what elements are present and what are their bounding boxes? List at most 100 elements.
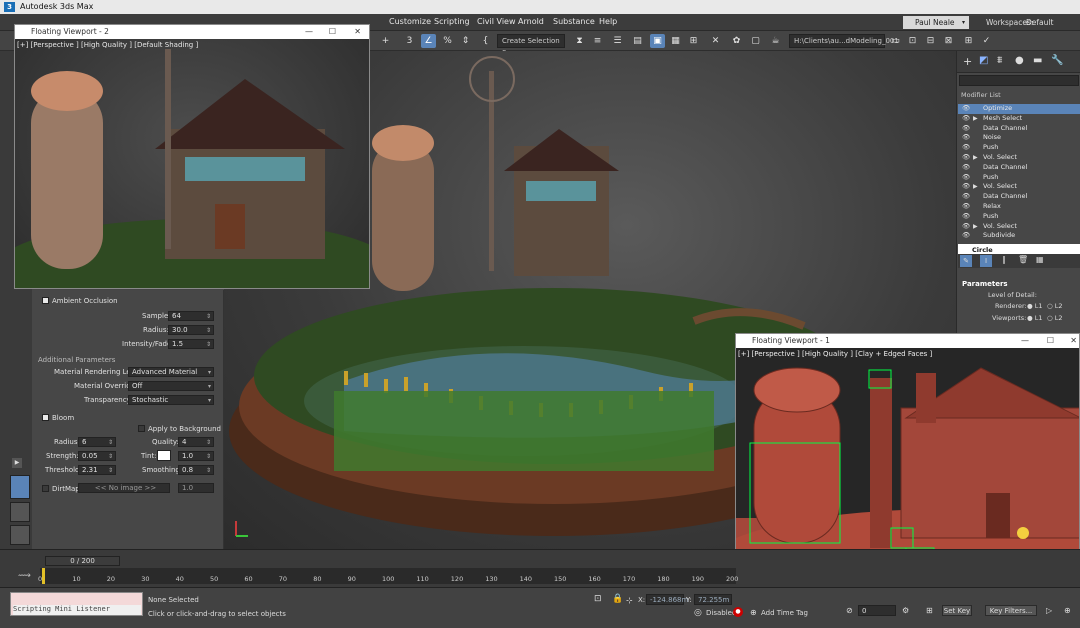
expand-arrow-icon[interactable]: ▶ — [973, 114, 978, 124]
x-coordinate-field[interactable]: -124.868m — [646, 594, 688, 605]
minimize-icon[interactable]: — — [305, 25, 313, 39]
mirror-icon[interactable]: ⧗ — [572, 34, 587, 48]
eye-icon[interactable]: 👁 — [962, 202, 970, 212]
apply-background-checkbox[interactable] — [138, 425, 145, 432]
eye-icon[interactable]: 👁 — [962, 143, 970, 153]
modifier-list-label[interactable]: Modifier List — [961, 91, 1001, 99]
toolbar-tool-3-icon[interactable]: ⊠ — [941, 34, 956, 48]
viewport-layout-3-icon[interactable] — [10, 525, 30, 545]
dirtmap-checkbox[interactable] — [42, 485, 49, 492]
angle-snap-icon[interactable]: ∠ — [421, 34, 436, 48]
minimize-icon[interactable]: — — [1021, 334, 1029, 348]
material-override-dropdown[interactable]: Off ▾ — [128, 381, 214, 391]
menu-arnold[interactable]: Arnold — [518, 17, 544, 26]
remove-modifier-icon[interactable]: 🗑 — [1018, 255, 1028, 264]
modifier-stack-item[interactable]: 👁 Optimize — [958, 104, 1080, 114]
set-key-button[interactable]: Set Key — [942, 605, 972, 616]
floating-viewport-2[interactable]: Floating Viewport - 2 — ☐ ✕ [+] [Perspec… — [14, 24, 370, 289]
eye-icon[interactable]: 👁 — [962, 182, 970, 192]
user-account-dropdown[interactable]: Paul Neale ▾ — [903, 16, 969, 29]
toolbar-tool-1-icon[interactable]: ⊡ — [905, 34, 920, 48]
eye-icon[interactable]: 👁 — [962, 124, 970, 134]
render-setup-icon[interactable]: ✿ — [729, 34, 744, 48]
motion-tab-icon[interactable]: ● — [1015, 55, 1024, 66]
hierarchy-tab-icon[interactable]: ⩩ — [997, 55, 1002, 66]
utilities-tab-icon[interactable]: 🔧 — [1051, 55, 1063, 66]
tint-color-swatch[interactable] — [157, 450, 171, 461]
render-production-icon[interactable]: ☕ — [768, 34, 783, 48]
modifier-stack-item[interactable]: 👁 ▶ Mesh Select — [958, 114, 1080, 124]
add-time-tag-button[interactable]: Add Time Tag — [761, 609, 808, 617]
layer-explorer-icon[interactable]: ▤ — [630, 34, 645, 48]
toolbar-tool-4-icon[interactable]: ⊞ — [961, 34, 976, 48]
dirtmap-spinner[interactable]: 1.0 — [178, 483, 214, 493]
eye-icon[interactable]: 👁 — [962, 222, 970, 232]
show-end-result-icon[interactable]: I — [980, 255, 992, 267]
modifier-stack-item[interactable]: 👁 Push — [958, 143, 1080, 153]
viewport-label-1[interactable]: [+] [Perspective ] [High Quality ] [Clay… — [738, 350, 932, 358]
eye-icon[interactable]: 👁 — [962, 104, 970, 114]
key-filter-icon[interactable]: ⚙ — [902, 606, 909, 615]
maximize-icon[interactable]: ☐ — [329, 25, 336, 39]
maximize-icon[interactable]: ☐ — [1047, 334, 1054, 348]
project-folder-icon[interactable]: ▭ — [888, 34, 903, 48]
bloom-checkbox[interactable] — [42, 414, 49, 421]
menu-help[interactable]: Help — [599, 17, 617, 26]
eye-icon[interactable]: 👁 — [962, 212, 970, 222]
named-selection-icon[interactable]: { — [478, 34, 493, 48]
pin-stack-icon[interactable]: ✎ — [960, 255, 972, 267]
ribbon-toggle-icon[interactable]: ▣ — [650, 34, 665, 48]
strength-spinner[interactable]: 0.05 ⇕ — [78, 451, 116, 461]
threshold-spinner[interactable]: 2.31 ⇕ — [78, 465, 116, 475]
viewports-l1-radio[interactable]: ● L1 — [1027, 314, 1043, 322]
modifier-stack-item[interactable]: 👁 Push — [958, 173, 1080, 183]
adaptive-degradation-icon[interactable]: ◎ — [694, 608, 702, 618]
base-object-label[interactable]: Circle — [972, 246, 993, 254]
spinner-snap-icon[interactable]: ⇕ — [458, 34, 473, 48]
quality-spinner[interactable]: 4 ⇕ — [178, 437, 214, 447]
modifier-stack-item[interactable]: 👁 Subdivide — [958, 231, 1080, 241]
menu-substance[interactable]: Substance — [553, 17, 595, 26]
eye-icon[interactable]: 👁 — [962, 231, 970, 241]
display-tab-icon[interactable]: ▬ — [1033, 55, 1042, 66]
floating-viewport-1-titlebar[interactable]: Floating Viewport - 1 — ☐ ✕ — [736, 334, 1079, 348]
eye-icon[interactable]: 👁 — [962, 153, 970, 163]
dirtmap-image-button[interactable]: << No image >> — [78, 483, 170, 493]
menu-civil-view[interactable]: Civil View — [477, 17, 516, 26]
modifier-stack-item[interactable]: 👁 ▶ Vol. Select — [958, 182, 1080, 192]
eye-icon[interactable]: 👁 — [962, 173, 970, 183]
tint-spinner[interactable]: 1.0 ⇕ — [178, 451, 214, 461]
close-icon[interactable]: ✕ — [354, 25, 361, 39]
viewport-layout-2-icon[interactable] — [10, 502, 30, 522]
expand-arrow-icon[interactable]: ▶ — [973, 182, 978, 192]
viewport-nav-icon[interactable]: ⊕ — [1064, 606, 1071, 615]
modifier-stack-item[interactable]: 👁 Data Channel — [958, 192, 1080, 202]
radius-spinner[interactable]: 30.0 ⇕ — [168, 325, 214, 335]
floating-viewport-2-canvas[interactable]: [+] [Perspective ] [High Quality ] [Defa… — [15, 39, 369, 288]
modifier-stack-item[interactable]: 👁 Relax — [958, 202, 1080, 212]
material-editor-icon[interactable]: ✕ — [708, 34, 723, 48]
schematic-view-icon[interactable]: ⊞ — [686, 34, 701, 48]
transparency-dropdown[interactable]: Stochastic ▾ — [128, 395, 214, 405]
disabled-indicator-icon[interactable]: ● — [733, 607, 743, 617]
key-filters-button[interactable]: Key Filters... — [985, 605, 1037, 616]
menu-customize[interactable]: Customize — [389, 17, 431, 26]
eye-icon[interactable]: 👁 — [962, 133, 970, 143]
modify-tab-icon[interactable]: ◩ — [979, 55, 988, 66]
play-icon[interactable]: ▶ — [12, 458, 22, 468]
viewport-label-2[interactable]: [+] [Perspective ] [High Quality ] [Defa… — [17, 41, 198, 49]
expand-arrow-icon[interactable]: ▶ — [973, 153, 978, 163]
isolate-selection-icon[interactable]: ⊡ — [594, 594, 602, 604]
maxscript-listener-label[interactable]: Scripting Mini Listener — [13, 605, 141, 615]
viewports-l2-radio[interactable]: ○ L2 — [1047, 314, 1063, 322]
modifier-stack-item[interactable]: 👁 Data Channel — [958, 163, 1080, 173]
toolbar-tool-2-icon[interactable]: ⊟ — [923, 34, 938, 48]
close-icon[interactable]: ✕ — [1070, 334, 1077, 348]
y-coordinate-field[interactable]: 72.255m — [694, 594, 732, 605]
selection-set-dropdown[interactable]: Create Selection Se — [497, 34, 565, 57]
eye-icon[interactable]: 👁 — [962, 163, 970, 173]
floating-viewport-2-titlebar[interactable]: Floating Viewport - 2 — ☐ ✕ — [15, 25, 369, 39]
modifier-stack-item[interactable]: 👁 Noise — [958, 133, 1080, 143]
align-icon[interactable]: ≡ — [590, 34, 605, 48]
eye-icon[interactable]: 👁 — [962, 114, 970, 124]
